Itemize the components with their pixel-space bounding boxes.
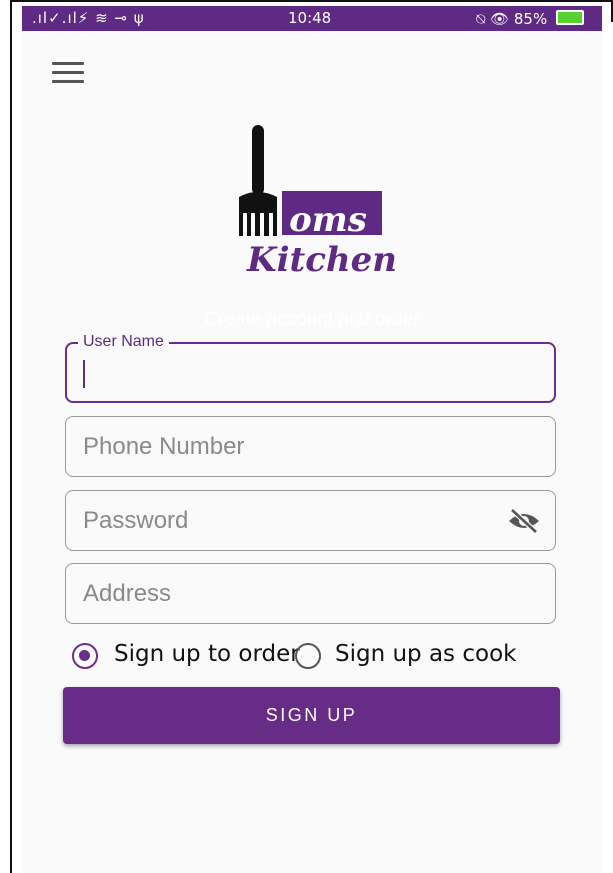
address-field[interactable]: Address: [65, 563, 556, 624]
radio-order-label[interactable]: Sign up to order: [114, 641, 300, 667]
phone-placeholder: Phone Number: [83, 433, 245, 460]
status-bar: .ıl✓.ıl⚡ ≋ ⊸ ψ 10:48 ⍉ 👁 85%: [22, 6, 602, 31]
status-right: ⍉ 👁 85%: [476, 9, 584, 28]
username-label: User Name: [78, 333, 169, 351]
form-subtitle: Create account and order: [204, 309, 420, 330]
signup-button[interactable]: SIGN UP: [63, 687, 560, 744]
menu-icon[interactable]: [52, 62, 84, 84]
radio-cook-label[interactable]: Sign up as cook: [335, 641, 516, 667]
app-screen: .ıl✓.ıl⚡ ≋ ⊸ ψ 10:48 ⍉ 👁 85% oms Kitchen…: [22, 6, 602, 873]
app-logo: oms Kitchen: [239, 125, 397, 276]
password-field[interactable]: Password: [65, 490, 556, 551]
frame-border-top: [10, 0, 613, 2]
radio-cook[interactable]: [295, 643, 321, 669]
logo-text-oms: oms: [289, 200, 367, 240]
battery-icon: [556, 10, 584, 25]
battery-percent: ⍉ 👁 85%: [476, 10, 548, 28]
logo-text-kitchen: Kitchen: [246, 240, 397, 276]
address-placeholder: Address: [83, 580, 172, 607]
eye-off-icon[interactable]: [507, 507, 541, 535]
password-placeholder: Password: [83, 507, 189, 534]
text-cursor: [83, 360, 85, 388]
phone-field[interactable]: Phone Number: [65, 416, 556, 477]
signal-indicators: .ıl✓.ıl⚡ ≋ ⊸ ψ: [32, 9, 145, 27]
status-time: 10:48: [288, 9, 332, 27]
username-field[interactable]: User Name: [65, 333, 556, 403]
frame-border-left: [10, 0, 12, 873]
fork-icon: [239, 125, 277, 236]
radio-order[interactable]: [72, 643, 98, 669]
